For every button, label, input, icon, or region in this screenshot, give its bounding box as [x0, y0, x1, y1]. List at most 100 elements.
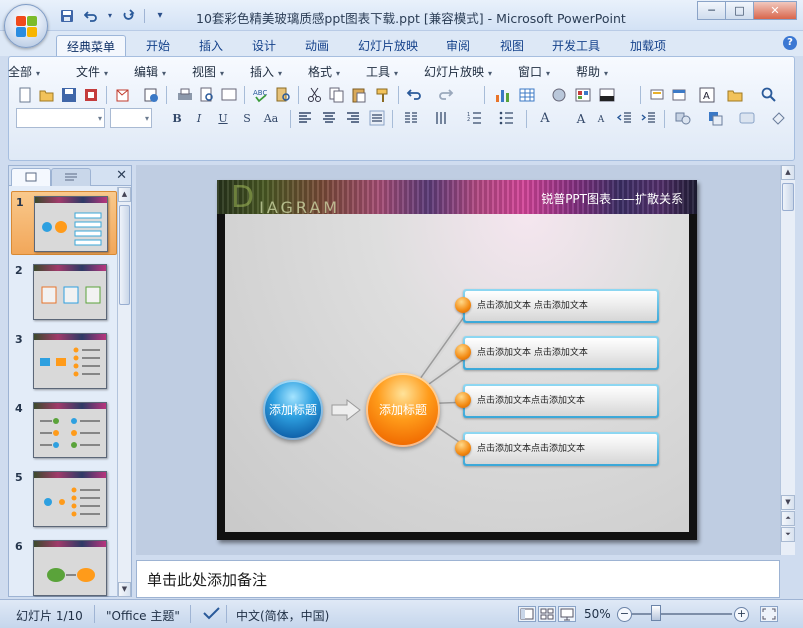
new-icon[interactable] — [16, 86, 34, 104]
quick-styles-icon[interactable] — [738, 109, 756, 127]
scroll-thumb[interactable] — [782, 183, 794, 211]
outline-tab[interactable] — [51, 168, 91, 186]
previous-slide-button[interactable]: ⏶ — [781, 511, 795, 526]
menu-item-8[interactable]: 幻灯片放映 ▾ — [424, 63, 492, 80]
decrease-indent-icon[interactable] — [616, 109, 634, 127]
tab-3[interactable]: 插入 — [189, 35, 233, 56]
research-icon[interactable] — [274, 86, 292, 104]
zoom-slider-thumb[interactable] — [651, 605, 661, 621]
text-direction-icon[interactable] — [432, 109, 450, 127]
columns-icon[interactable] — [402, 109, 420, 127]
tab-10[interactable]: 加载项 — [620, 35, 676, 56]
font-name-select[interactable]: ▾ — [16, 108, 105, 128]
cut-icon[interactable] — [306, 86, 324, 104]
help-icon[interactable]: ? — [783, 36, 797, 50]
format-painter-icon[interactable] — [374, 86, 392, 104]
open-icon[interactable] — [38, 86, 56, 104]
publish-icon[interactable] — [142, 86, 160, 104]
grow-font-button[interactable]: A — [572, 109, 590, 127]
menu-item-7[interactable]: 工具 ▾ — [366, 63, 398, 80]
menu-item-3[interactable]: 编辑 ▾ — [134, 63, 166, 80]
close-pane-icon[interactable]: ✕ — [116, 168, 127, 183]
menu-item-6[interactable]: 格式 ▾ — [308, 63, 340, 80]
spelling-icon[interactable]: ABC — [252, 86, 270, 104]
thumbnail-slide-4[interactable]: 4 — [11, 398, 117, 462]
tab-2[interactable]: 开始 — [136, 35, 180, 56]
next-slide-button[interactable]: ⏷ — [781, 527, 795, 542]
left-circle-title[interactable]: 添加标题 — [263, 380, 323, 440]
redo-icon[interactable] — [436, 86, 454, 104]
slides-tab[interactable] — [11, 168, 51, 186]
slide-show-button[interactable] — [558, 606, 576, 622]
underline-button[interactable]: U — [214, 109, 232, 127]
slide-sorter-button[interactable] — [538, 606, 556, 622]
tab-1[interactable]: 经典菜单 — [56, 35, 127, 56]
close-button[interactable]: ✕ — [753, 1, 797, 20]
scroll-up-button[interactable]: ▲ — [118, 187, 131, 202]
notes-pane[interactable]: 单击此处添加备注 — [136, 560, 780, 598]
change-case-button[interactable]: Aa — [260, 109, 282, 127]
slide-canvas[interactable]: D IAGRAM 锐普PPT图表——扩散关系 添加标题 添加标题 点击添加文本 点… — [217, 180, 697, 540]
new-slide-icon[interactable] — [648, 86, 666, 104]
font-size-select[interactable]: ▾ — [110, 108, 152, 128]
undo-icon[interactable] — [82, 7, 100, 24]
text-box-4[interactable]: 点击添加文本点击添加文本 — [455, 432, 659, 466]
shapes-icon[interactable] — [674, 109, 692, 127]
bullets-icon[interactable] — [498, 109, 516, 127]
tab-7[interactable]: 审阅 — [436, 35, 480, 56]
scroll-down-button[interactable]: ▼ — [118, 582, 131, 597]
thumbnail-slide-5[interactable]: 5 — [11, 467, 117, 531]
menu-item-1[interactable]: 全部 ▾ — [8, 63, 40, 80]
zoom-in-button[interactable]: + — [734, 607, 749, 622]
zoom-slider-track[interactable] — [632, 613, 732, 615]
tab-4[interactable]: 设计 — [242, 35, 286, 56]
menu-item-2[interactable]: 文件 ▾ — [76, 63, 108, 80]
undo-icon[interactable] — [406, 86, 424, 104]
shape-fill-icon[interactable] — [770, 109, 788, 127]
slide-design-icon[interactable] — [670, 86, 688, 104]
maximize-button[interactable]: □ — [725, 1, 753, 20]
office-button[interactable] — [4, 4, 48, 48]
table-icon[interactable] — [518, 86, 536, 104]
align-center-icon[interactable] — [320, 109, 338, 127]
language-indicator[interactable]: 中文(简体，中国) — [236, 607, 329, 624]
copy-icon[interactable] — [328, 86, 346, 104]
chart-icon[interactable] — [494, 86, 512, 104]
color-icon[interactable] — [574, 86, 592, 104]
spell-check-icon[interactable] — [202, 605, 222, 624]
permission-icon[interactable] — [82, 86, 100, 104]
text-box-2[interactable]: 点击添加文本 点击添加文本 — [455, 336, 659, 370]
tab-5[interactable]: 动画 — [295, 35, 339, 56]
tab-9[interactable]: 开发工具 — [542, 35, 610, 56]
thumbnails-scrollbar[interactable]: ▲ ▼ — [117, 187, 131, 597]
justify-icon[interactable] — [368, 109, 386, 127]
textbox-icon[interactable]: A — [698, 86, 716, 104]
normal-view-button[interactable] — [518, 606, 536, 622]
redo-icon[interactable] — [120, 7, 138, 24]
increase-indent-icon[interactable] — [640, 109, 658, 127]
scroll-up-button[interactable]: ▲ — [781, 165, 795, 180]
shrink-font-button[interactable]: A — [592, 110, 610, 128]
print-icon[interactable] — [176, 86, 194, 104]
tab-6[interactable]: 幻灯片放映 — [348, 35, 428, 56]
email-icon[interactable] — [114, 86, 132, 104]
thumbnail-slide-2[interactable]: 2 — [11, 260, 117, 324]
customize-icon[interactable]: ▾ — [151, 7, 169, 24]
scroll-thumb[interactable] — [119, 205, 130, 305]
minimize-button[interactable]: ─ — [697, 1, 725, 20]
thumbnail-slide-6[interactable]: 6 — [11, 536, 117, 597]
fit-to-window-button[interactable] — [760, 606, 778, 622]
paste-icon[interactable] — [350, 86, 368, 104]
shadow-button[interactable]: S — [238, 109, 256, 127]
print-preview-icon[interactable] — [198, 86, 216, 104]
thumbnail-slide-1[interactable]: 1 — [11, 191, 117, 255]
slide-subtitle[interactable]: 锐普PPT图表——扩散关系 — [541, 190, 683, 207]
tab-8[interactable]: 视图 — [490, 35, 534, 56]
slide-icon[interactable] — [220, 86, 238, 104]
text-box-3[interactable]: 点击添加文本点击添加文本 — [455, 384, 659, 418]
thumbnail-slide-3[interactable]: 3 — [11, 329, 117, 393]
dropdown-icon[interactable]: ▾ — [106, 7, 114, 24]
align-right-icon[interactable] — [344, 109, 362, 127]
save-icon[interactable] — [60, 86, 78, 104]
bold-button[interactable]: B — [168, 109, 186, 127]
